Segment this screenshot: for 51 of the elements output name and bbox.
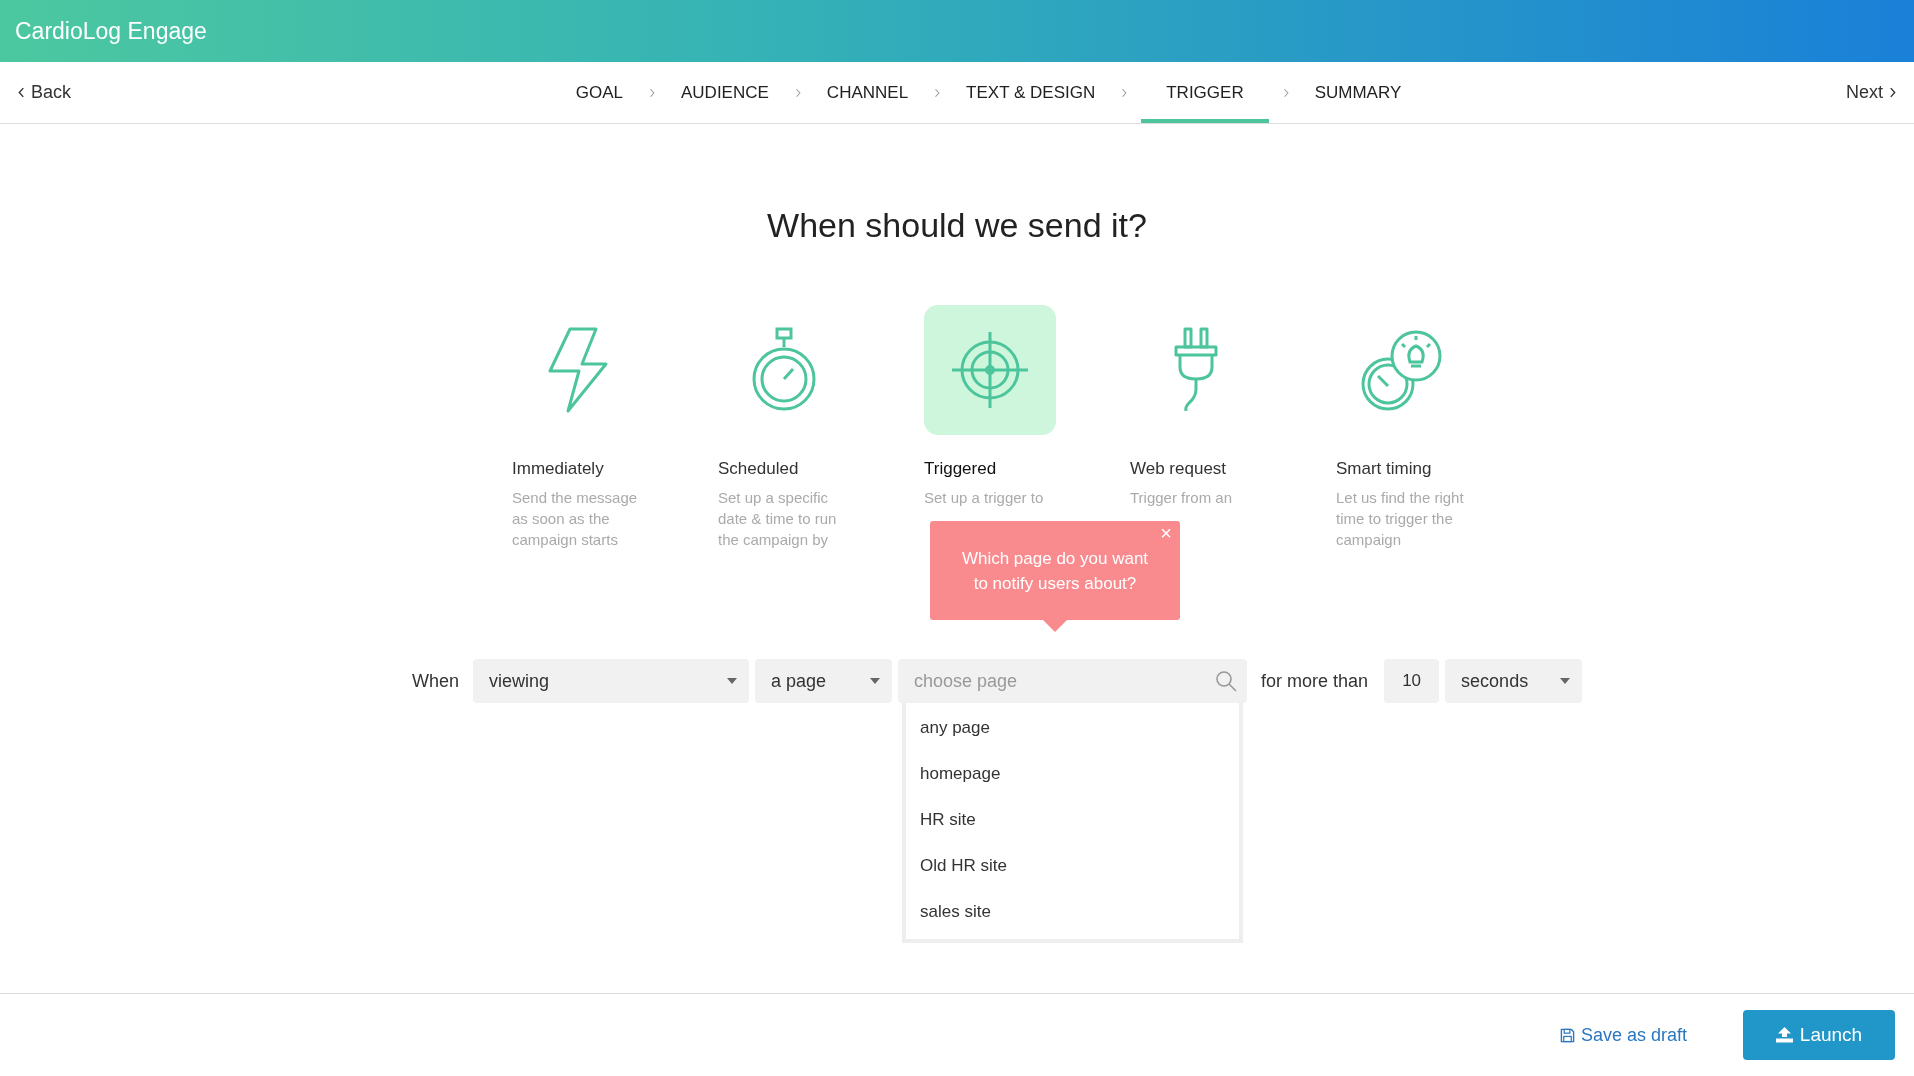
- step-tab[interactable]: TEXT & DESIGN: [941, 62, 1121, 123]
- action-dropdown[interactable]: viewing: [473, 659, 750, 703]
- option-tile[interactable]: [924, 305, 1056, 435]
- option-label: Scheduled: [718, 459, 800, 479]
- option-label: Web request: [1130, 459, 1228, 479]
- chevron-right-icon: [1282, 87, 1289, 98]
- amount-field[interactable]: 10: [1384, 659, 1440, 703]
- page-option[interactable]: HR site: [906, 797, 1240, 843]
- save-draft-button[interactable]: Save as draft: [1553, 1023, 1693, 1047]
- option-description: Let us find the right time to trigger the campaign: [1336, 488, 1465, 550]
- chevron-right-icon: [934, 87, 941, 98]
- option-description: Send the message as soon as the campaign starts: [512, 488, 639, 550]
- option-label: Smart timing: [1336, 459, 1433, 479]
- search-icon: [1215, 670, 1238, 692]
- caret-icon: [870, 678, 881, 684]
- crosshair-icon: [950, 330, 1030, 410]
- page-heading: When should we send it?: [767, 206, 1147, 245]
- option-label: Triggered: [924, 459, 998, 479]
- tooltip-text: Which page do you want to notify users about?: [960, 547, 1150, 595]
- page-search-field[interactable]: choose page: [898, 659, 1248, 703]
- chevron-right-icon: [1121, 87, 1128, 98]
- duration-label: for more than: [1261, 669, 1369, 693]
- chevron-right-icon: [1889, 87, 1896, 98]
- page-option[interactable]: homepage: [906, 751, 1240, 797]
- option-description: Trigger from an: [1130, 488, 1233, 508]
- clock-lightbulb-icon: [1360, 328, 1444, 412]
- stopwatch-icon: [751, 327, 817, 413]
- step-tab[interactable]: GOAL: [550, 62, 648, 123]
- page-option[interactable]: any page: [906, 705, 1240, 751]
- option-label: Immediately: [512, 459, 605, 479]
- app-title: CardioLog Engage: [15, 17, 207, 45]
- step-tab[interactable]: SUMMARY: [1289, 62, 1427, 123]
- chevron-right-icon: [794, 87, 801, 98]
- target-dropdown[interactable]: a page: [755, 659, 893, 703]
- lightning-icon: [546, 326, 610, 414]
- step-tab[interactable]: CHANNEL: [801, 62, 934, 123]
- page-option[interactable]: Old HR site: [906, 843, 1240, 889]
- caret-icon: [727, 678, 738, 684]
- page-option[interactable]: sales site: [906, 889, 1240, 935]
- back-link[interactable]: Back: [18, 62, 72, 123]
- when-label: When: [412, 669, 460, 693]
- next-link[interactable]: Next: [1846, 62, 1896, 123]
- upload-icon: [1775, 1027, 1793, 1043]
- step-tab[interactable]: TRIGGER: [1141, 62, 1269, 123]
- option-description: Set up a specific date & time to run the campaign by: [718, 488, 838, 550]
- caret-icon: [1560, 678, 1571, 684]
- step-tab[interactable]: AUDIENCE: [656, 62, 794, 123]
- option-description: Set up a trigger to: [924, 488, 1045, 508]
- chevron-left-icon: [18, 87, 25, 98]
- unit-dropdown[interactable]: seconds: [1445, 659, 1583, 703]
- chevron-right-icon: [649, 87, 655, 98]
